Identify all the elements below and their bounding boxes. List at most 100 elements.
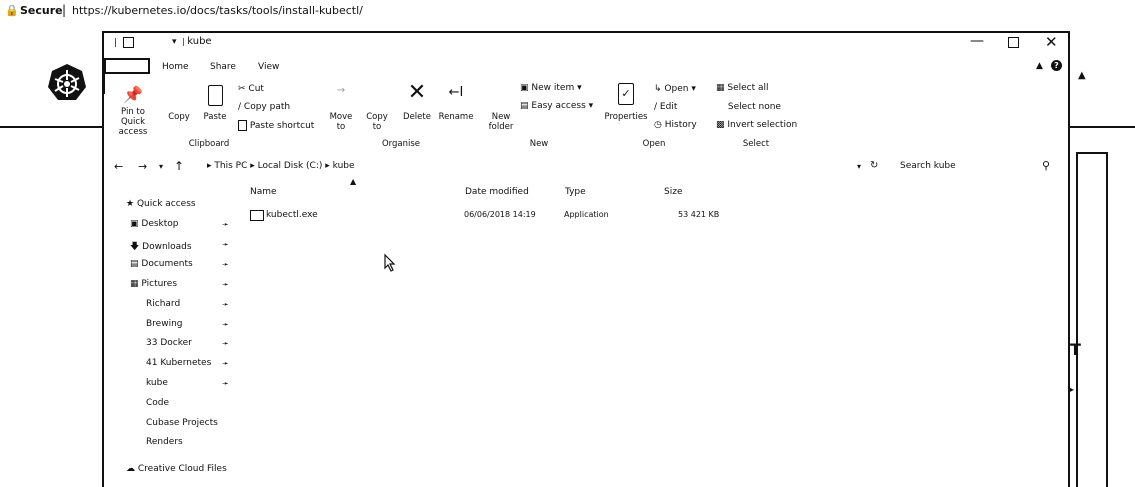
- properties-qat-icon[interactable]: [122, 37, 134, 48]
- address-dropdown-icon[interactable]: ▾: [857, 162, 861, 171]
- minimize-icon[interactable]: —: [970, 33, 984, 49]
- history-icon: ◷: [654, 120, 662, 130]
- kubernetes-logo-icon[interactable]: [47, 63, 87, 103]
- pinned-icon: ➛: [222, 260, 229, 269]
- sidebar-item-33-docker[interactable]: 33 Docker: [146, 338, 192, 348]
- forward-arrow-icon[interactable]: →: [138, 160, 147, 173]
- tab-share[interactable]: Share: [210, 62, 236, 72]
- delete-button[interactable]: ✕ Delete: [400, 80, 434, 123]
- copy-button[interactable]: Copy: [164, 85, 194, 122]
- cut-button[interactable]: ✂ Cut: [238, 84, 264, 94]
- delete-label: Delete: [403, 112, 431, 122]
- open-label: Open: [664, 84, 689, 94]
- cut-label: Cut: [248, 84, 264, 94]
- column-header-type[interactable]: Type: [565, 187, 586, 197]
- sidebar-item-brewing[interactable]: Brewing: [146, 319, 183, 329]
- new-item-icon: ▣: [520, 83, 529, 93]
- paste-shortcut-button[interactable]: Paste shortcut: [238, 120, 314, 131]
- collapse-ribbon-icon[interactable]: ▲: [1036, 61, 1043, 71]
- delete-x-icon: ✕: [407, 80, 427, 105]
- copy-to-button[interactable]: Copy to: [362, 85, 392, 132]
- sidebar-item-code[interactable]: Code: [146, 398, 169, 408]
- breadcrumb-chevron-icon: ▸: [207, 161, 212, 171]
- copy-path-button[interactable]: ∕ Copy path: [238, 102, 290, 112]
- column-header-name[interactable]: Name: [250, 187, 277, 197]
- sidebar-item-label: Pictures: [141, 279, 178, 289]
- recent-locations-icon[interactable]: ▾: [159, 162, 163, 171]
- move-to-button[interactable]: → Move to: [326, 85, 356, 132]
- easy-access-icon: ▤: [520, 101, 529, 111]
- select-all-button[interactable]: ▦ Select all: [716, 83, 769, 93]
- history-label: History: [664, 120, 697, 130]
- sidebar-item-label: Desktop: [141, 219, 179, 229]
- file-explorer-window[interactable]: | ▾ | kube — ✕ Home Share View ▲ ? 📌 Pin…: [102, 31, 1070, 487]
- crumb-kube[interactable]: kube: [333, 161, 355, 171]
- rename-label: Rename: [438, 112, 474, 122]
- sidebar-quick-access[interactable]: ★ Quick access: [126, 199, 196, 209]
- copy-icon: [164, 85, 194, 107]
- properties-button[interactable]: ✓ Properties: [602, 83, 650, 122]
- tab-file[interactable]: [104, 58, 150, 74]
- close-icon[interactable]: ✕: [1045, 33, 1058, 51]
- history-button[interactable]: ◷ History: [654, 120, 697, 130]
- invert-selection-icon: ▩: [716, 120, 725, 130]
- copy-to-label: Copy to: [366, 112, 388, 132]
- invert-selection-button[interactable]: ▩ Invert selection: [716, 120, 797, 130]
- help-icon[interactable]: ?: [1051, 60, 1062, 71]
- creative-cloud-icon: ☁: [126, 464, 135, 474]
- search-placeholder: Search kube: [900, 161, 956, 171]
- browser-url-bar[interactable]: 🔒 Secure | https://kubernetes.io/docs/ta…: [0, 0, 1135, 22]
- tab-home[interactable]: Home: [162, 62, 189, 72]
- refresh-icon[interactable]: ↻: [870, 160, 878, 171]
- sidebar-item-pictures[interactable]: ▦ Pictures: [130, 279, 177, 289]
- creative-cloud-label: Creative Cloud Files: [137, 464, 227, 474]
- select-all-label: Select all: [727, 83, 769, 93]
- sidebar-item-desktop[interactable]: ▣ Desktop: [130, 219, 179, 229]
- sidebar-item-renders[interactable]: Renders: [146, 437, 183, 447]
- search-icon[interactable]: ⚲: [1042, 159, 1050, 172]
- open-button[interactable]: ↳ Open ▾: [654, 84, 696, 94]
- new-folder-button[interactable]: New folder: [482, 85, 520, 132]
- file-tab-edge: [102, 72, 105, 94]
- url-separator: |: [62, 3, 67, 17]
- move-to-label: Move to: [329, 112, 353, 132]
- maximize-icon[interactable]: [1008, 37, 1019, 48]
- easy-access-button[interactable]: ▤ Easy access ▾: [520, 101, 593, 111]
- qat-dropdown-icon[interactable]: ▾: [172, 37, 177, 47]
- select-none-button[interactable]: Select none: [716, 102, 781, 112]
- pictures-icon: ▦: [130, 279, 139, 289]
- crumb-local-disk[interactable]: Local Disk (C:): [258, 161, 323, 171]
- table-row[interactable]: kubectl.exe 06/06/2018 14:19 Application…: [248, 209, 748, 223]
- sidebar-item-cubase-projects[interactable]: Cubase Projects: [146, 418, 218, 428]
- tab-view[interactable]: View: [258, 62, 279, 72]
- new-item-button[interactable]: ▣ New item ▾: [520, 83, 582, 93]
- crumb-this-pc[interactable]: This PC: [214, 161, 247, 171]
- paste-button[interactable]: Paste: [200, 85, 230, 122]
- rename-button[interactable]: ←I Rename: [438, 85, 474, 122]
- star-icon: ★: [126, 199, 135, 209]
- pinned-icon: ➛: [222, 339, 229, 348]
- sidebar-creative-cloud[interactable]: ☁ Creative Cloud Files: [126, 464, 227, 474]
- up-arrow-icon[interactable]: ↑: [174, 159, 184, 173]
- quick-access-toolbar[interactable]: |: [114, 37, 134, 48]
- sidebar-item-richard[interactable]: Richard: [146, 299, 180, 309]
- pin-to-quick-access-button[interactable]: 📌 Pin to Quick access: [110, 85, 156, 137]
- edit-icon: ∕: [654, 102, 658, 112]
- page-chevron-up-icon[interactable]: ▲: [1078, 70, 1086, 81]
- sidebar-item-documents[interactable]: ▤ Documents: [130, 259, 193, 269]
- breadcrumb[interactable]: ▸ This PC ▸ Local Disk (C:) ▸ kube: [207, 161, 355, 171]
- url-text[interactable]: https://kubernetes.io/docs/tasks/tools/i…: [72, 4, 363, 17]
- column-header-date-modified[interactable]: Date modified: [465, 187, 529, 197]
- download-arrow-icon: 🡇: [130, 242, 140, 252]
- pinned-icon: ➛: [222, 379, 229, 388]
- pinned-icon: ➛: [222, 359, 229, 368]
- sort-ascending-icon: ▲: [350, 177, 357, 186]
- search-input[interactable]: Search kube: [900, 161, 956, 171]
- column-header-size[interactable]: Size: [664, 187, 682, 197]
- edit-button[interactable]: ∕ Edit: [654, 102, 677, 112]
- quick-access-label: Quick access: [136, 199, 196, 209]
- back-arrow-icon[interactable]: ←: [114, 160, 123, 173]
- sidebar-item-41-kubernetes[interactable]: 41 Kubernetes: [146, 358, 211, 368]
- sidebar-item-downloads[interactable]: 🡇 Downloads: [130, 239, 192, 255]
- sidebar-item-kube[interactable]: kube: [146, 378, 168, 388]
